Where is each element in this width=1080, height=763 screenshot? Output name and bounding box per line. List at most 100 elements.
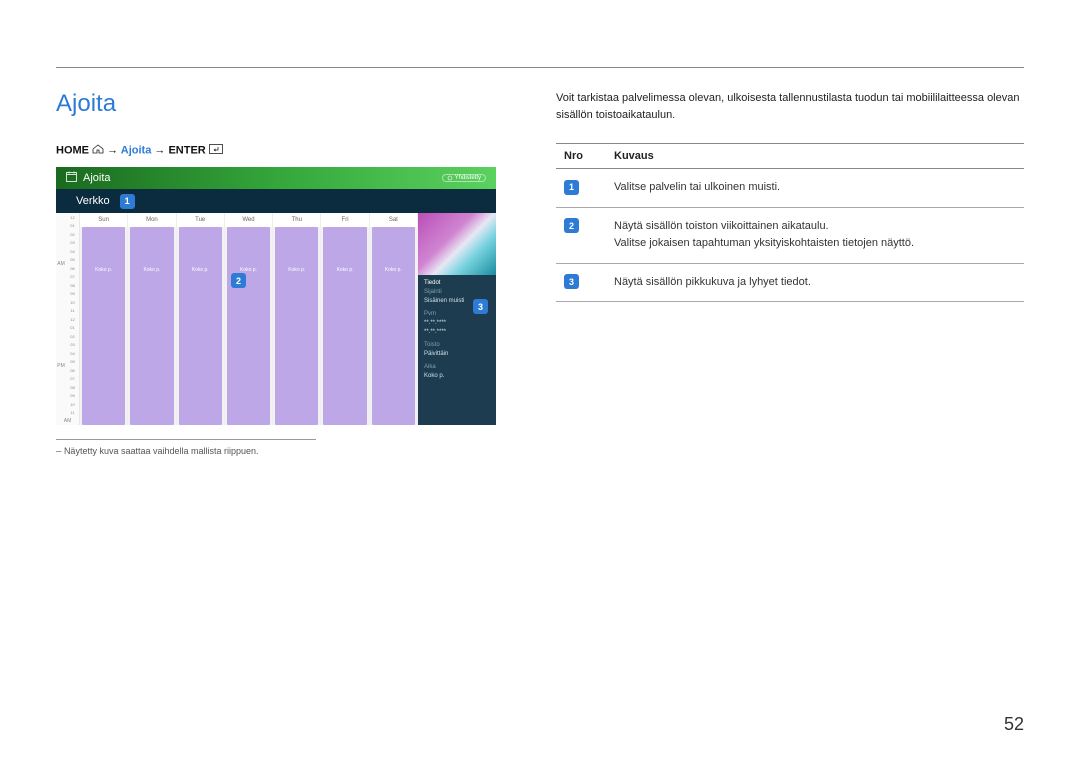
day-head: Tue [177,213,225,227]
day-col: Koko p. [80,227,128,425]
hr: 12 [66,315,79,324]
day-col: Koko p. [128,227,176,425]
footnote: ― Näytetty kuva saattaa vaihdella mallis… [56,446,496,457]
hr: 04 [66,349,79,358]
day-head: Fri [321,213,369,227]
enter-icon [209,144,223,157]
event: Koko p. [130,227,173,425]
ss-subheader: Verkko 1 [56,189,496,213]
hr: 07 [66,375,79,384]
hr: 07 [66,273,79,282]
time-label: Aika [424,364,436,370]
ss-time-column: AM 12 01 02 03 04 05 06 07 08 09 [56,213,80,425]
th-kuvaus: Kuvaus [606,144,1024,169]
repeat-label: Toisto [424,342,440,348]
hr: 05 [66,358,79,367]
row-desc: Valitse palvelin tai ulkoinen muisti. [606,169,1024,208]
row-desc: Näytä sisällön toiston viikoittainen aik… [606,207,1024,263]
ss-info: Tiedot Sijainti Sisäinen muisti Pvm **.*… [418,275,496,385]
hr: 01 [66,324,79,333]
day-head: Wed [225,213,273,227]
ss-day-headers: Sun Mon Tue Wed Thu Fri Sat [80,213,418,227]
description-table: Nro Kuvaus 1 Valitse palvelin tai ulkoin… [556,143,1024,302]
table-row: 1 Valitse palvelin tai ulkoinen muisti. [556,169,1024,208]
top-rule [56,67,1024,68]
row-num: 1 [564,180,579,195]
hr: 10 [66,298,79,307]
date-value-1: **.**.**** [424,319,490,328]
row-num: 3 [564,274,579,289]
hr: 11 [66,409,79,418]
day-col: Koko p. [321,227,369,425]
right-column: Voit tarkistaa palvelimessa olevan, ulko… [556,90,1024,302]
ss-grid: Koko p. Koko p. Koko p. Koko p. Koko p. … [80,227,418,425]
breadcrumb-arrow-1: → [107,144,118,156]
table-row: 3 Näytä sisällön pikkukuva ja lyhyet tie… [556,263,1024,302]
breadcrumb-enter: ENTER [168,144,205,156]
hr: 03 [66,341,79,350]
connected-label: Yhdistetty [455,175,481,181]
breadcrumb-home: HOME [56,144,89,156]
hr: 02 [66,332,79,341]
ui-screenshot: Ajoita Yhdistetty Verkko 1 AM 12 01 [56,167,496,425]
hr: 08 [66,383,79,392]
repeat-value: Päivittäin [424,350,490,359]
ss-title: Ajoita [83,172,111,184]
ss-body: AM 12 01 02 03 04 05 06 07 08 09 [56,213,496,425]
day-head: Sat [370,213,418,227]
day-col: Koko p. [370,227,418,425]
intro-text: Voit tarkistaa palvelimessa olevan, ulko… [556,90,1024,123]
hr: 11 [66,307,79,316]
ss-thumbnail [418,213,496,275]
callout-2: 2 [231,273,246,288]
breadcrumb: HOME → Ajoita → ENTER [56,144,496,157]
table-row: 2 Näytä sisällön toiston viikoittainen a… [556,207,1024,263]
th-nro: Nro [556,144,606,169]
event: Koko p. [372,227,415,425]
left-column: Ajoita HOME → Ajoita → ENTER Ajoita Yhdi… [56,90,496,457]
hr: 02 [66,230,79,239]
callout-1: 1 [120,194,135,209]
ss-sub-label: Verkko [76,195,110,207]
event: Koko p. [323,227,366,425]
day-head: Thu [273,213,321,227]
footnote-rule [56,439,316,440]
hr: 09 [66,290,79,299]
day-head: Mon [128,213,176,227]
hr: 08 [66,281,79,290]
row-desc: Näytä sisällön pikkukuva ja lyhyet tiedo… [606,263,1024,302]
event: Koko p. [82,227,125,425]
hr: 10 [66,400,79,409]
ss-detail-panel: Tiedot Sijainti Sisäinen muisti Pvm **.*… [418,213,496,425]
breadcrumb-arrow-2: → [154,144,165,156]
hr: 12 [66,213,79,222]
ss-calendar: AM 12 01 02 03 04 05 06 07 08 09 [56,213,418,425]
day-col: Koko p. [177,227,225,425]
hr: 05 [66,256,79,265]
ss-days: Sun Mon Tue Wed Thu Fri Sat Koko p. Koko… [80,213,418,425]
calendar-icon [66,171,77,185]
ss-header: Ajoita Yhdistetty [56,167,496,189]
page-title: Ajoita [56,90,496,118]
hr: 04 [66,247,79,256]
hr: 06 [66,366,79,375]
footnote-text: Näytetty kuva saattaa vaihdella mallista… [64,446,259,456]
time-value: Koko p. [424,372,490,381]
connected-badge: Yhdistetty [442,174,486,182]
event: Koko p. [179,227,222,425]
loc-label: Sijainti [424,289,442,295]
breadcrumb-current: Ajoita [121,144,152,156]
day-head: Sun [80,213,128,227]
pm-label: PM [56,315,66,417]
hr: 01 [66,222,79,231]
event: Koko p. [275,227,318,425]
link-icon [447,175,453,181]
hr: 03 [66,239,79,248]
date-value-2: **.**.**** [424,328,490,337]
day-col: Koko p. [273,227,321,425]
details-title: Tiedot [424,279,490,288]
day-col: Koko p. [225,227,273,425]
date-label: Pvm [424,311,436,317]
am-label-1: AM [56,213,66,315]
home-icon [92,144,104,157]
